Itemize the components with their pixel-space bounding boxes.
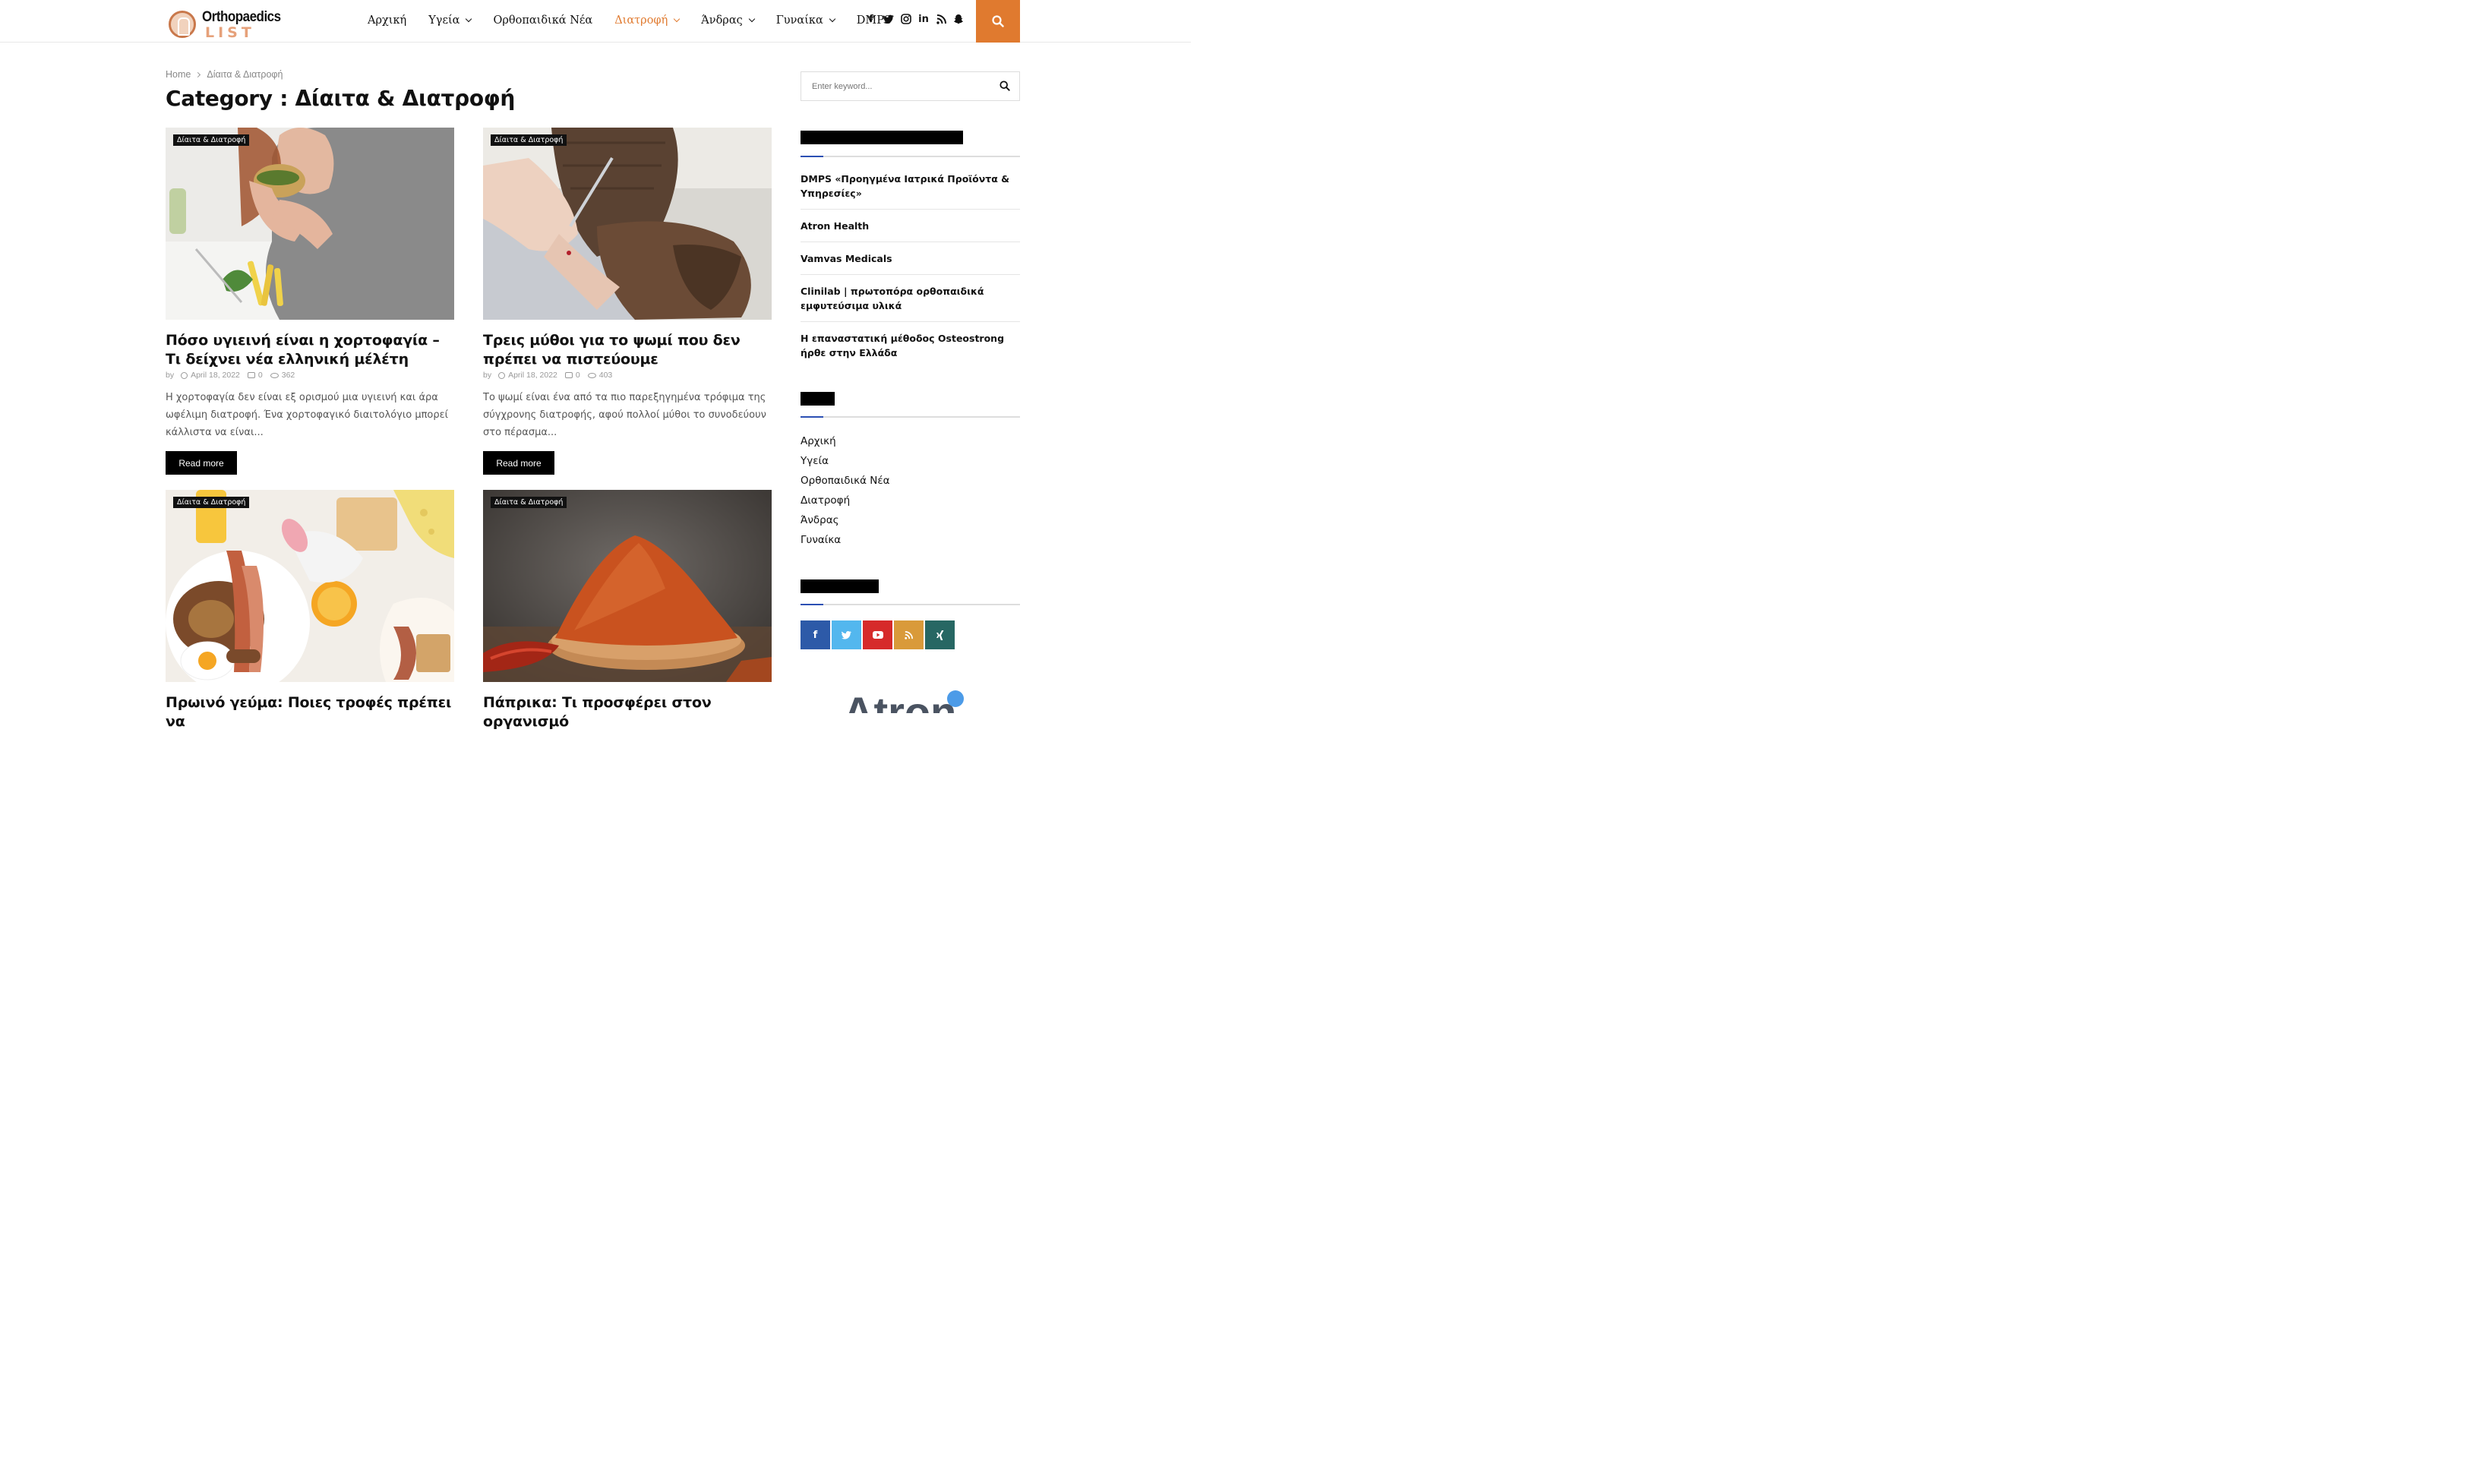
read-more-button[interactable]: Read more — [483, 451, 554, 475]
widget-heading-categories — [801, 392, 835, 406]
logo-text-top: Orthopaedics — [202, 8, 281, 25]
search-icon — [992, 15, 1004, 27]
eye-icon — [587, 372, 596, 378]
search-input[interactable] — [801, 72, 984, 100]
twitter-icon[interactable] — [832, 620, 861, 649]
article-title[interactable]: Τρεις μύθοι για το ψωμί που δεν πρέπει ν… — [483, 331, 775, 369]
instagram-icon[interactable] — [901, 13, 911, 25]
rss-icon[interactable] — [936, 13, 946, 25]
linkedin-icon[interactable]: in — [918, 13, 929, 25]
nav-item-nutrition[interactable]: Διατροφή — [614, 14, 681, 27]
nav-item-health[interactable]: Υγεία — [428, 14, 472, 27]
facebook-icon[interactable]: f — [801, 620, 830, 649]
article-thumbnail[interactable]: Δίαιτα & Διατροφή — [483, 490, 772, 682]
nav-item-orthopaedic-news[interactable]: Ορθοπαιδικά Νέα — [493, 14, 592, 27]
category-link-home[interactable]: Αρχική — [801, 433, 890, 453]
meta-by: by — [483, 371, 492, 380]
article-card: Δίαιτα & Διατροφή Πόσο υγιεινή είναι η χ… — [166, 128, 454, 477]
meta-views: 362 — [281, 371, 295, 380]
main-nav: Αρχική Υγεία Ορθοπαιδικά Νέα Διατροφή Άν… — [368, 0, 914, 41]
snapchat-icon[interactable] — [953, 13, 964, 25]
widget-divider — [801, 604, 1020, 605]
list-item[interactable]: Clinilab | πρωτοπόρα ορθοπαιδικά εμφυτεύ… — [801, 275, 1020, 322]
header-search-button[interactable] — [976, 0, 1020, 43]
article-card: Δίαιτα & Διατροφή Τρεις μύθοι για το ψωμ… — [483, 128, 772, 477]
clock-icon — [498, 371, 506, 379]
article-title[interactable]: Πρωινό γεύμα: Ποιες τροφές πρέπει να — [166, 693, 458, 731]
ad-logo-text: Atron — [843, 688, 956, 713]
search-icon[interactable] — [999, 81, 1010, 91]
category-badge[interactable]: Δίαιτα & Διατροφή — [491, 497, 567, 508]
meta-by: by — [166, 371, 175, 380]
nav-item-home[interactable]: Αρχική — [368, 14, 406, 27]
xing-icon[interactable] — [925, 620, 955, 649]
chevron-down-icon — [748, 15, 755, 23]
eye-icon — [270, 372, 279, 378]
chevron-down-icon — [674, 15, 681, 23]
comment-icon — [247, 372, 255, 378]
article-meta: by April 18, 2022 0 403 — [483, 371, 612, 380]
nav-item-woman[interactable]: Γυναίκα — [776, 14, 836, 27]
widget-heading-follow — [801, 579, 879, 593]
breadcrumb-home[interactable]: Home — [166, 69, 191, 80]
article-card: Δίαιτα & Διατροφή Πάπρικα: Τι προσφέρει … — [483, 490, 772, 730]
breadcrumb: Home Δίαιτα & Διατροφή — [166, 69, 283, 80]
article-title[interactable]: Πάπρικα: Τι προσφέρει στον οργανισμό — [483, 693, 775, 731]
popular-posts-list: DMPS «Προηγμένα Ιατρικά Προϊόντα & Υπηρε… — [801, 163, 1020, 368]
facebook-icon[interactable]: f — [866, 13, 876, 25]
clock-icon — [181, 371, 188, 379]
meta-comments[interactable]: 0 — [576, 371, 580, 380]
category-badge[interactable]: Δίαιτα & Διατροφή — [173, 497, 250, 508]
category-badge[interactable]: Δίαιτα & Διατροφή — [173, 134, 250, 146]
category-link-orthopaedic-news[interactable]: Ορθοπαιδικά Νέα — [801, 472, 890, 492]
category-badge[interactable]: Δίαιτα & Διατροφή — [491, 134, 567, 146]
site-header: Orthopaedics LIST Αρχική Υγεία Ορθοπαιδι… — [0, 0, 1191, 43]
meta-date: April 18, 2022 — [191, 371, 240, 380]
site-logo[interactable]: Orthopaedics LIST — [169, 8, 281, 41]
page-title: Category : Δίαιτα & Διατροφή — [166, 86, 515, 111]
article-meta: by April 18, 2022 0 362 — [166, 371, 295, 380]
list-item[interactable]: Η επαναστατική μέθοδος Osteostrong ήρθε … — [801, 322, 1020, 368]
nav-item-man[interactable]: Άνδρας — [701, 14, 755, 27]
widget-divider — [801, 416, 1020, 418]
comment-icon — [564, 372, 573, 378]
twitter-icon[interactable] — [883, 13, 894, 25]
category-link-nutrition[interactable]: Διατροφή — [801, 492, 890, 512]
article-excerpt: Το ψωμί είναι ένα από τα πιο παρεξηγημέν… — [483, 392, 766, 438]
header-social-links: f in — [866, 13, 964, 25]
chevron-down-icon — [829, 15, 836, 23]
article-thumbnail[interactable]: Δίαιτα & Διατροφή — [166, 490, 454, 682]
logo-icon — [169, 11, 196, 38]
article-excerpt: Η χορτοφαγία δεν είναι εξ ορισμού μια υγ… — [166, 392, 449, 438]
breadcrumb-current: Δίαιτα & Διατροφή — [207, 69, 283, 80]
article-thumbnail[interactable]: Δίαιτα & Διατροφή — [483, 128, 772, 320]
article-thumbnail[interactable]: Δίαιτα & Διατροφή — [166, 128, 454, 320]
meta-comments[interactable]: 0 — [258, 371, 263, 380]
article-title[interactable]: Πόσο υγιεινή είναι η χορτοφαγία – Τι δεί… — [166, 331, 458, 369]
list-item[interactable]: Atron Health — [801, 210, 1020, 242]
read-more-button[interactable]: Read more — [166, 451, 237, 475]
sidebar-search — [801, 71, 1020, 101]
chevron-down-icon — [466, 15, 472, 23]
category-link-woman[interactable]: Γυναίκα — [801, 532, 890, 551]
meta-date: April 18, 2022 — [508, 371, 557, 380]
rss-icon[interactable] — [894, 620, 924, 649]
chevron-right-icon — [195, 71, 201, 77]
article-card: Δίαιτα & Διατροφή Πρωινό γεύμα: Ποιες τρ… — [166, 490, 454, 730]
category-link-man[interactable]: Άνδρας — [801, 512, 890, 532]
sidebar-ad-banner[interactable]: Atron — [843, 687, 972, 713]
youtube-icon[interactable] — [863, 620, 892, 649]
logo-text-bottom: LIST — [205, 24, 255, 41]
category-link-health[interactable]: Υγεία — [801, 453, 890, 472]
widget-heading-popular — [801, 131, 963, 144]
list-item[interactable]: DMPS «Προηγμένα Ιατρικά Προϊόντα & Υπηρε… — [801, 163, 1020, 210]
category-list: Αρχική Υγεία Ορθοπαιδικά Νέα Διατροφή Άν… — [801, 433, 890, 551]
meta-views: 403 — [598, 371, 613, 380]
widget-divider — [801, 156, 1020, 157]
list-item[interactable]: Vamvas Medicals — [801, 242, 1020, 275]
follow-buttons: f — [801, 620, 955, 649]
